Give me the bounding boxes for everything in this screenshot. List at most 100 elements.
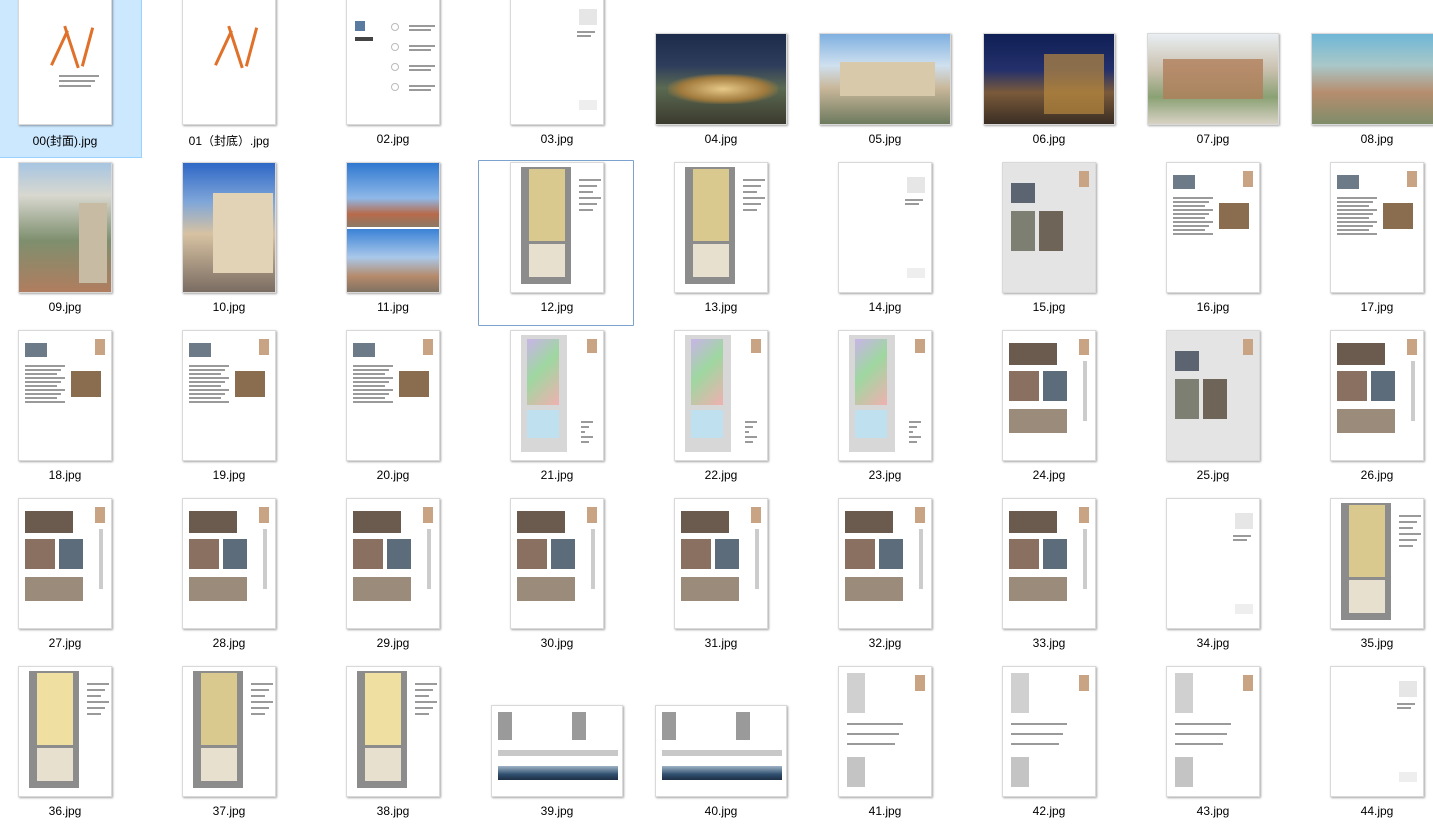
sea-render (662, 766, 782, 780)
file-item[interactable]: 40.jpg (642, 664, 798, 830)
file-item[interactable]: 28.jpg (150, 496, 306, 662)
file-item[interactable]: 25.jpg (1134, 328, 1290, 494)
file-item[interactable]: 02.jpg (314, 0, 470, 158)
text-line (409, 69, 431, 71)
divider-block (1235, 513, 1253, 529)
file-item[interactable]: 01（封底）.jpg (150, 0, 306, 158)
file-item[interactable]: 41.jpg (806, 664, 962, 830)
plan-small (662, 712, 676, 740)
file-item[interactable]: 44.jpg (1298, 664, 1433, 830)
file-item[interactable]: 32.jpg (806, 496, 962, 662)
file-item[interactable]: 43.jpg (1134, 664, 1290, 830)
thumbnail-area (807, 0, 963, 125)
file-item[interactable]: 06.jpg (970, 0, 1126, 158)
text-line (353, 385, 385, 387)
text-line (59, 85, 91, 87)
file-item[interactable]: 19.jpg (150, 328, 306, 494)
file-name: 17.jpg (1360, 300, 1394, 314)
thumbnail-area (479, 329, 635, 461)
file-item[interactable]: 26.jpg (1298, 328, 1433, 494)
file-item[interactable]: 30.jpg (478, 496, 634, 662)
file-item[interactable]: 37.jpg (150, 664, 306, 830)
contents-heading (355, 37, 373, 41)
file-item[interactable]: 36.jpg (0, 664, 142, 830)
file-item[interactable]: 00(封面).jpg (0, 0, 142, 158)
text-line (1011, 743, 1059, 745)
thumbnail-image (182, 498, 276, 629)
file-item[interactable]: 35.jpg (1298, 496, 1433, 662)
file-item[interactable]: 10.jpg (150, 160, 306, 326)
text-line (353, 373, 385, 375)
file-item[interactable]: 31.jpg (642, 496, 798, 662)
file-item[interactable]: 27.jpg (0, 496, 142, 662)
file-item[interactable]: 07.jpg (1134, 0, 1290, 158)
page-header-mark (915, 339, 925, 353)
text-line (1011, 723, 1067, 725)
file-name: 06.jpg (1032, 132, 1066, 146)
photo (1175, 351, 1199, 371)
file-item[interactable]: 05.jpg (806, 0, 962, 158)
file-item[interactable]: 22.jpg (642, 328, 798, 494)
file-item[interactable]: 09.jpg (0, 160, 142, 326)
thumbnail-image (1311, 33, 1433, 125)
file-item[interactable]: 33.jpg (970, 496, 1126, 662)
file-item[interactable]: 21.jpg (478, 328, 634, 494)
file-name: 19.jpg (212, 468, 246, 482)
file-item[interactable]: 24.jpg (970, 328, 1126, 494)
page-header-mark (1243, 339, 1253, 355)
text-line (353, 377, 393, 379)
page-header-mark (1079, 171, 1089, 187)
thumbnail-area (1299, 665, 1433, 797)
file-item[interactable]: 04.jpg (642, 0, 798, 158)
file-item[interactable]: 38.jpg (314, 664, 470, 830)
file-item[interactable]: 08.jpg (1298, 0, 1433, 158)
file-item[interactable]: 42.jpg (970, 664, 1126, 830)
file-item[interactable]: 20.jpg (314, 328, 470, 494)
thumbnail-image (838, 498, 932, 629)
contents-icon (355, 21, 365, 31)
photo (25, 577, 83, 601)
file-item[interactable]: 11.jpg (314, 160, 470, 326)
file-item[interactable]: 15.jpg (970, 160, 1126, 326)
text-line (581, 436, 593, 438)
text-line (579, 203, 597, 205)
file-item[interactable]: 18.jpg (0, 328, 142, 494)
file-name: 37.jpg (212, 804, 246, 818)
thumbnail-image (18, 666, 112, 797)
text-line (743, 185, 761, 187)
text-line (189, 373, 221, 375)
file-item[interactable]: 17.jpg (1298, 160, 1433, 326)
file-item[interactable]: 29.jpg (314, 496, 470, 662)
text-line (189, 369, 225, 371)
file-item[interactable]: 16.jpg (1134, 160, 1290, 326)
file-item[interactable]: 39.jpg (478, 664, 634, 830)
file-name: 10.jpg (212, 300, 246, 314)
file-item[interactable]: 03.jpg (478, 0, 634, 158)
file-item[interactable]: 14.jpg (806, 160, 962, 326)
contents-number (391, 43, 399, 51)
file-item[interactable]: 23.jpg (806, 328, 962, 494)
photo (1371, 371, 1395, 401)
text-line (1399, 527, 1413, 529)
photo (1173, 175, 1195, 189)
photo (1203, 379, 1227, 419)
file-item[interactable]: 34.jpg (1134, 496, 1290, 662)
contents-number (391, 63, 399, 71)
text-line (189, 385, 221, 387)
text-line (1173, 225, 1209, 227)
divider-block (1399, 772, 1417, 782)
plan-small (1011, 673, 1029, 713)
file-name: 12.jpg (540, 300, 574, 314)
file-item[interactable]: 13.jpg (642, 160, 798, 326)
thumbnail-image (674, 498, 768, 629)
thumbnail-area (1299, 329, 1433, 461)
file-item[interactable]: 12.jpg (478, 160, 634, 326)
text-line (415, 683, 437, 685)
text-line (25, 397, 57, 399)
plan-rows (855, 409, 887, 439)
file-name: 42.jpg (1032, 804, 1066, 818)
text-line (1173, 205, 1205, 207)
text-line (189, 393, 225, 395)
thumbnail-image (1166, 330, 1260, 461)
text-line (1397, 703, 1415, 705)
